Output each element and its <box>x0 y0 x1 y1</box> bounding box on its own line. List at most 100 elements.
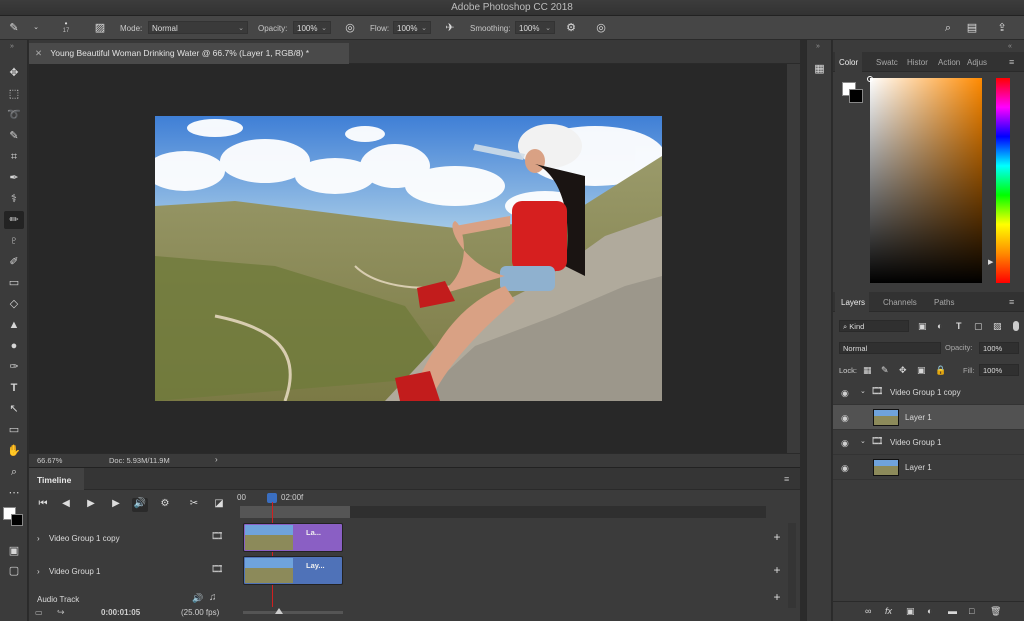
add-media-plus-icon[interactable]: + <box>771 530 783 544</box>
tab-color[interactable]: Color <box>835 52 863 72</box>
go-to-first-frame-icon[interactable]: ⏮ <box>35 498 51 512</box>
group-expand-chevron-icon[interactable]: ⌄ <box>860 387 866 395</box>
video-track-options-icon[interactable]: 🎞 <box>211 564 224 575</box>
layer-row[interactable]: ◉ ⌄ 🎞 Video Group 1 <box>833 430 1024 455</box>
link-layers-icon[interactable]: ∞ <box>865 606 871 616</box>
timeline-settings-gear-icon[interactable]: ⚙ <box>157 498 173 512</box>
add-audio-plus-icon[interactable]: + <box>771 590 783 604</box>
rectangle-tool-icon[interactable]: ▭ <box>4 421 24 439</box>
pressure-size-icon[interactable]: ◎ <box>593 20 609 36</box>
layer-row[interactable]: ◉ ⌄ 🎞 Video Group 1 copy <box>833 380 1024 405</box>
new-group-folder-icon[interactable]: ▬ <box>948 606 957 616</box>
layer-filter-select[interactable]: ⌕ Kind <box>839 320 909 332</box>
healing-brush-tool-icon[interactable]: ⚕ <box>4 190 24 208</box>
add-media-plus-icon[interactable]: + <box>771 563 783 577</box>
lock-all-icon[interactable]: 🔒 <box>935 365 946 376</box>
preset-dropdown-chevron-icon[interactable]: ⌄ <box>28 20 44 36</box>
timeline-vertical-scrollbar[interactable] <box>788 523 796 608</box>
collapse-icon[interactable]: » <box>10 43 14 50</box>
lasso-tool-icon[interactable]: ➰ <box>4 106 24 124</box>
clone-stamp-tool-icon[interactable]: ♇ <box>4 232 24 250</box>
lock-position-icon[interactable]: ✥ <box>899 365 907 376</box>
audio-options-note-icon[interactable]: ♫ <box>209 592 217 603</box>
panel-menu-icon[interactable]: ≡ <box>1009 297 1014 307</box>
search-icon[interactable]: ⌕ <box>940 20 956 36</box>
tab-layers[interactable]: Layers <box>835 292 870 312</box>
tab-swatches[interactable]: Swatc <box>872 52 902 72</box>
mute-audio-track-icon[interactable]: 🔊 <box>192 593 203 604</box>
filter-pixel-icon[interactable]: ▣ <box>918 321 927 332</box>
screen-mode-icon[interactable]: ▢ <box>4 562 24 580</box>
brush-tool-icon[interactable]: ✏ <box>4 211 24 229</box>
smoothing-options-gear-icon[interactable]: ⚙ <box>563 20 579 36</box>
filter-shape-icon[interactable]: ▢ <box>974 321 983 332</box>
tab-actions[interactable]: Action <box>934 52 964 72</box>
zoom-tool-icon[interactable]: ⌕ <box>4 463 24 481</box>
new-layer-icon[interactable]: □ <box>969 606 974 616</box>
render-video-icon[interactable]: ▭ <box>35 608 43 617</box>
zoom-timeline-slider[interactable] <box>243 608 343 614</box>
type-tool-icon[interactable]: T <box>4 379 24 397</box>
eraser-tool-icon[interactable]: ▭ <box>4 274 24 292</box>
video-clip[interactable]: Lay... <box>243 556 343 585</box>
mode-select[interactable]: Normal ⌄ <box>148 21 248 34</box>
opacity-field[interactable]: 100% ⌄ <box>293 21 331 34</box>
filter-toggle[interactable] <box>1013 321 1019 331</box>
marquee-tool-icon[interactable]: ⬚ <box>4 85 24 103</box>
hand-tool-icon[interactable]: ✋ <box>4 442 24 460</box>
color-picker-marker[interactable] <box>867 76 873 82</box>
background-color-swatch[interactable] <box>849 89 863 103</box>
work-area-range[interactable] <box>240 506 350 518</box>
tab-paths[interactable]: Paths <box>930 292 958 312</box>
next-frame-icon[interactable]: ▶ <box>108 498 124 512</box>
pen-tool-icon[interactable]: ✑ <box>4 358 24 376</box>
properties-panel-icon[interactable]: ▦ <box>811 62 828 79</box>
workspace-icon[interactable]: ▤ <box>964 20 980 36</box>
airbrush-icon[interactable]: ✈ <box>442 20 458 36</box>
background-color-swatch[interactable] <box>11 514 23 526</box>
smoothing-field[interactable]: 100% ⌄ <box>515 21 555 34</box>
brush-tool-preset-icon[interactable]: ✎ <box>6 20 22 36</box>
path-selection-tool-icon[interactable]: ↖ <box>4 400 24 418</box>
visibility-eye-icon[interactable]: ◉ <box>841 413 849 424</box>
quick-selection-tool-icon[interactable]: ✎ <box>4 127 24 145</box>
convert-frame-animation-icon[interactable]: ↪ <box>57 607 65 618</box>
panel-menu-icon[interactable]: ≡ <box>1009 57 1014 67</box>
paint-bucket-tool-icon[interactable]: ◇ <box>4 295 24 313</box>
eyedropper-tool-icon[interactable]: ✒ <box>4 169 24 187</box>
play-icon[interactable]: ▶ <box>83 498 99 512</box>
work-area-bar[interactable] <box>240 506 766 518</box>
current-time[interactable]: 0:00:01:05 <box>101 608 140 617</box>
hue-slider-arrow-icon[interactable]: ▶ <box>988 258 993 266</box>
zoom-level[interactable]: 66.67% <box>37 456 62 465</box>
panel-menu-icon[interactable]: ≡ <box>784 474 789 484</box>
canvas-area[interactable] <box>29 64 787 453</box>
flow-field[interactable]: 100% ⌄ <box>393 21 431 34</box>
color-swatches[interactable] <box>3 502 27 526</box>
layer-style-fx-icon[interactable]: fx <box>885 606 892 616</box>
collapse-icon[interactable]: » <box>816 43 820 50</box>
pressure-opacity-icon[interactable]: ◎ <box>342 20 358 36</box>
tab-channels[interactable]: Channels <box>879 292 921 312</box>
document-tab[interactable]: ✕ Young Beautiful Woman Drinking Water @… <box>29 43 349 64</box>
video-clip[interactable]: La... <box>243 523 343 552</box>
canvas-vertical-scrollbar[interactable] <box>787 64 800 453</box>
hue-slider[interactable] <box>996 78 1010 283</box>
split-at-playhead-scissors-icon[interactable]: ✂ <box>186 498 202 512</box>
history-brush-tool-icon[interactable]: ✐ <box>4 253 24 271</box>
brush-settings-panel-icon[interactable]: ▨ <box>92 20 108 36</box>
fill-field[interactable]: 100% <box>979 364 1019 376</box>
quick-mask-icon[interactable]: ▣ <box>4 542 24 560</box>
filter-type-icon[interactable]: T <box>956 321 962 331</box>
brush-size-picker[interactable]: • 17 <box>56 19 76 34</box>
mute-audio-icon[interactable]: 🔊 <box>132 498 148 512</box>
lock-artboard-icon[interactable]: ▣ <box>917 365 926 376</box>
document-image[interactable] <box>155 116 662 401</box>
group-expand-chevron-icon[interactable]: ⌄ <box>860 437 866 445</box>
previous-frame-icon[interactable]: ◀ <box>58 498 74 512</box>
dodge-tool-icon[interactable]: ● <box>4 337 24 355</box>
blur-tool-icon[interactable]: ▲ <box>4 316 24 334</box>
timeline-tab[interactable]: Timeline <box>29 468 84 490</box>
visibility-eye-icon[interactable]: ◉ <box>841 388 849 399</box>
tab-history[interactable]: Histor <box>903 52 932 72</box>
